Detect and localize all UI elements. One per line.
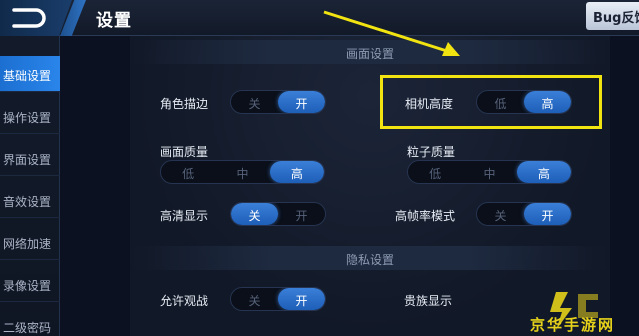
particle-quality-label: 粒子质量	[407, 145, 456, 159]
high-fps-label: 高帧率模式	[395, 209, 456, 223]
sidebar: 基础设置 操作设置 界面设置 音效设置 网络加速 录像设置 二级密码	[0, 36, 60, 336]
high-fps-toggle[interactable]: 关 开	[476, 202, 572, 226]
quality-label: 画面质量	[160, 145, 209, 159]
allow-spectate-option-on[interactable]: 开	[278, 288, 325, 310]
page-title: 设置	[96, 11, 132, 31]
back-button[interactable]	[0, 0, 72, 36]
hd-display-option-on[interactable]: 开	[278, 203, 325, 225]
particle-quality-selector[interactable]: 低 中 高	[407, 160, 572, 184]
annotation-arrow-icon	[323, 10, 460, 56]
high-fps-option-off[interactable]: 关	[477, 203, 524, 225]
allow-spectate-toggle[interactable]: 关 开	[230, 287, 326, 311]
sidebar-item-password[interactable]: 二级密码	[0, 308, 60, 336]
hd-display-label: 高清显示	[160, 209, 209, 223]
outline-option-on[interactable]: 开	[278, 91, 325, 113]
particle-quality-option-mid[interactable]: 中	[462, 161, 516, 183]
noble-display-label: 贵族显示	[404, 294, 453, 308]
outline-toggle[interactable]: 关 开	[230, 90, 326, 114]
quality-option-mid[interactable]: 中	[215, 161, 269, 183]
quality-option-high[interactable]: 高	[269, 161, 324, 183]
sidebar-item-network[interactable]: 网络加速	[0, 224, 60, 260]
sidebar-item-audio[interactable]: 音效设置	[0, 182, 60, 218]
highlight-box	[380, 75, 602, 129]
sidebar-item-replay[interactable]: 录像设置	[0, 266, 60, 302]
particle-quality-option-high[interactable]: 高	[516, 161, 571, 183]
outline-option-off[interactable]: 关	[231, 91, 278, 113]
sidebar-item-interface[interactable]: 界面设置	[0, 140, 60, 176]
quality-option-low[interactable]: 低	[161, 161, 215, 183]
quality-selector[interactable]: 低 中 高	[160, 160, 325, 184]
particle-quality-option-low[interactable]: 低	[408, 161, 462, 183]
bug-report-button[interactable]: Bug反馈	[586, 2, 639, 30]
back-arrow-icon	[12, 8, 46, 28]
hd-display-option-off[interactable]: 关	[231, 203, 278, 225]
sidebar-item-basic[interactable]: 基础设置	[0, 56, 60, 92]
allow-spectate-label: 允许观战	[160, 294, 209, 308]
allow-spectate-option-off[interactable]: 关	[231, 288, 278, 310]
hd-display-toggle[interactable]: 关 开	[230, 202, 326, 226]
outline-label: 角色描边	[160, 97, 209, 111]
section-header-privacy: 隐私设置	[130, 246, 610, 270]
watermark-text: 京华手游网	[530, 316, 616, 334]
sidebar-item-controls[interactable]: 操作设置	[0, 98, 60, 134]
high-fps-option-on[interactable]: 开	[524, 203, 571, 225]
